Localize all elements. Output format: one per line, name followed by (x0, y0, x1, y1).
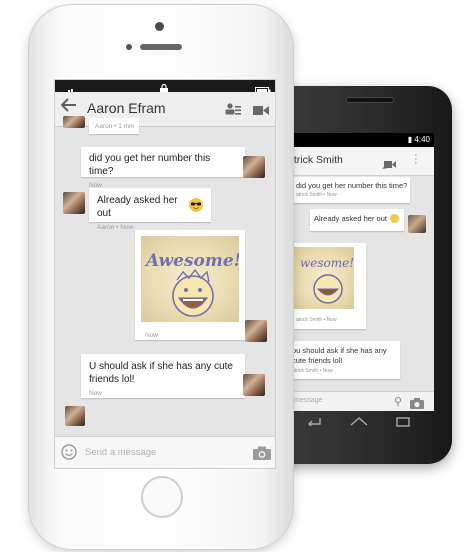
android-status-bar: ▮ 4:40 (286, 133, 434, 147)
awesome-sticker-image: Awesome! (141, 236, 241, 322)
message-text: did you get her number this time? (89, 153, 211, 177)
android-message-text: Already asked her out (314, 214, 387, 223)
message-bubble: Already asked her out Aaron • Now (89, 188, 211, 231)
android-status-time: 4:40 (414, 135, 430, 144)
android-message-text: did you get her number this time? (296, 181, 408, 190)
message-meta: Now (89, 390, 103, 397)
iphone-status-bar (55, 80, 275, 96)
android-avatar (408, 215, 426, 233)
video-call-icon[interactable] (253, 103, 269, 121)
android-message-meta: atrick Smith • Now (292, 368, 333, 374)
smiley-icon[interactable] (61, 444, 77, 465)
android-message-bubble: did you get her number this time? atrick… (290, 177, 410, 203)
android-message-input-bar: message ⚲ (286, 391, 434, 411)
iphone-front-camera (155, 22, 164, 31)
android-message-bubble: ou should ask if she has any cute friend… (290, 341, 400, 379)
android-video-call-icon[interactable] (384, 156, 396, 174)
android-home-icon[interactable] (350, 416, 368, 429)
avatar (245, 320, 267, 342)
android-location-icon[interactable]: ⚲ (394, 395, 402, 408)
android-message-input[interactable]: message (294, 397, 322, 404)
android-camera-icon[interactable] (410, 396, 424, 411)
message-text: Already asked her out (97, 195, 178, 219)
android-back-icon[interactable] (306, 416, 322, 429)
message-bubble: Aaron • 1 min (89, 118, 139, 134)
message-text: U should ask if she has any cute friends… (89, 361, 233, 385)
svg-text:wesome!: wesome! (300, 256, 354, 270)
sticker-bubble: Awesome! Now (135, 230, 245, 340)
android-message-meta: atrick Smith • Now (296, 192, 337, 198)
android-screen: ▮ 4:40 atrick Smith ◢ ··· did you get he… (286, 133, 434, 411)
message-meta: Now (145, 332, 159, 339)
android-message-text: ou should ask if she has any cute friend… (292, 346, 387, 365)
message-bubble: U should ask if she has any cute friends… (81, 354, 245, 398)
android-message-bubble: Already asked her out (310, 209, 404, 231)
back-arrow-icon[interactable] (60, 97, 77, 117)
sticker-text: Awesome! (144, 251, 239, 271)
message-input[interactable]: Send a message (85, 447, 156, 458)
android-speaker (346, 97, 394, 103)
avatar (65, 406, 85, 426)
android-sticker-bubble: wesome! atrick Smith • Now (290, 243, 366, 329)
android-conversation-title[interactable]: atrick Smith (288, 154, 343, 166)
iphone-home-button[interactable] (141, 476, 183, 518)
message-meta: Aaron • 1 min (95, 123, 135, 130)
android-recents-icon[interactable] (396, 417, 410, 430)
avatar (243, 374, 265, 396)
android-message-meta: atrick Smith • Now (296, 317, 337, 323)
people-icon[interactable] (225, 102, 241, 120)
android-nav-bar (300, 416, 420, 432)
sunglasses-emoji-icon (389, 214, 399, 223)
camera-icon[interactable] (253, 446, 271, 465)
avatar (63, 116, 85, 128)
iphone-screen: Aaron Efram Aaron • 1 min did you get he… (54, 79, 276, 469)
android-sticker-image: wesome! (294, 247, 354, 309)
avatar (63, 192, 85, 214)
android-status-icons: ▮ 4:40 (407, 135, 430, 144)
conversation-title[interactable]: Aaron Efram (87, 100, 166, 116)
iphone-sensor (126, 44, 132, 50)
sunglasses-emoji-icon (189, 197, 203, 217)
avatar (243, 156, 265, 178)
iphone-speaker (140, 44, 182, 50)
message-bubble: did you get her number this time? Now (81, 147, 245, 189)
android-overflow-menu-icon[interactable]: · · · (414, 150, 418, 169)
